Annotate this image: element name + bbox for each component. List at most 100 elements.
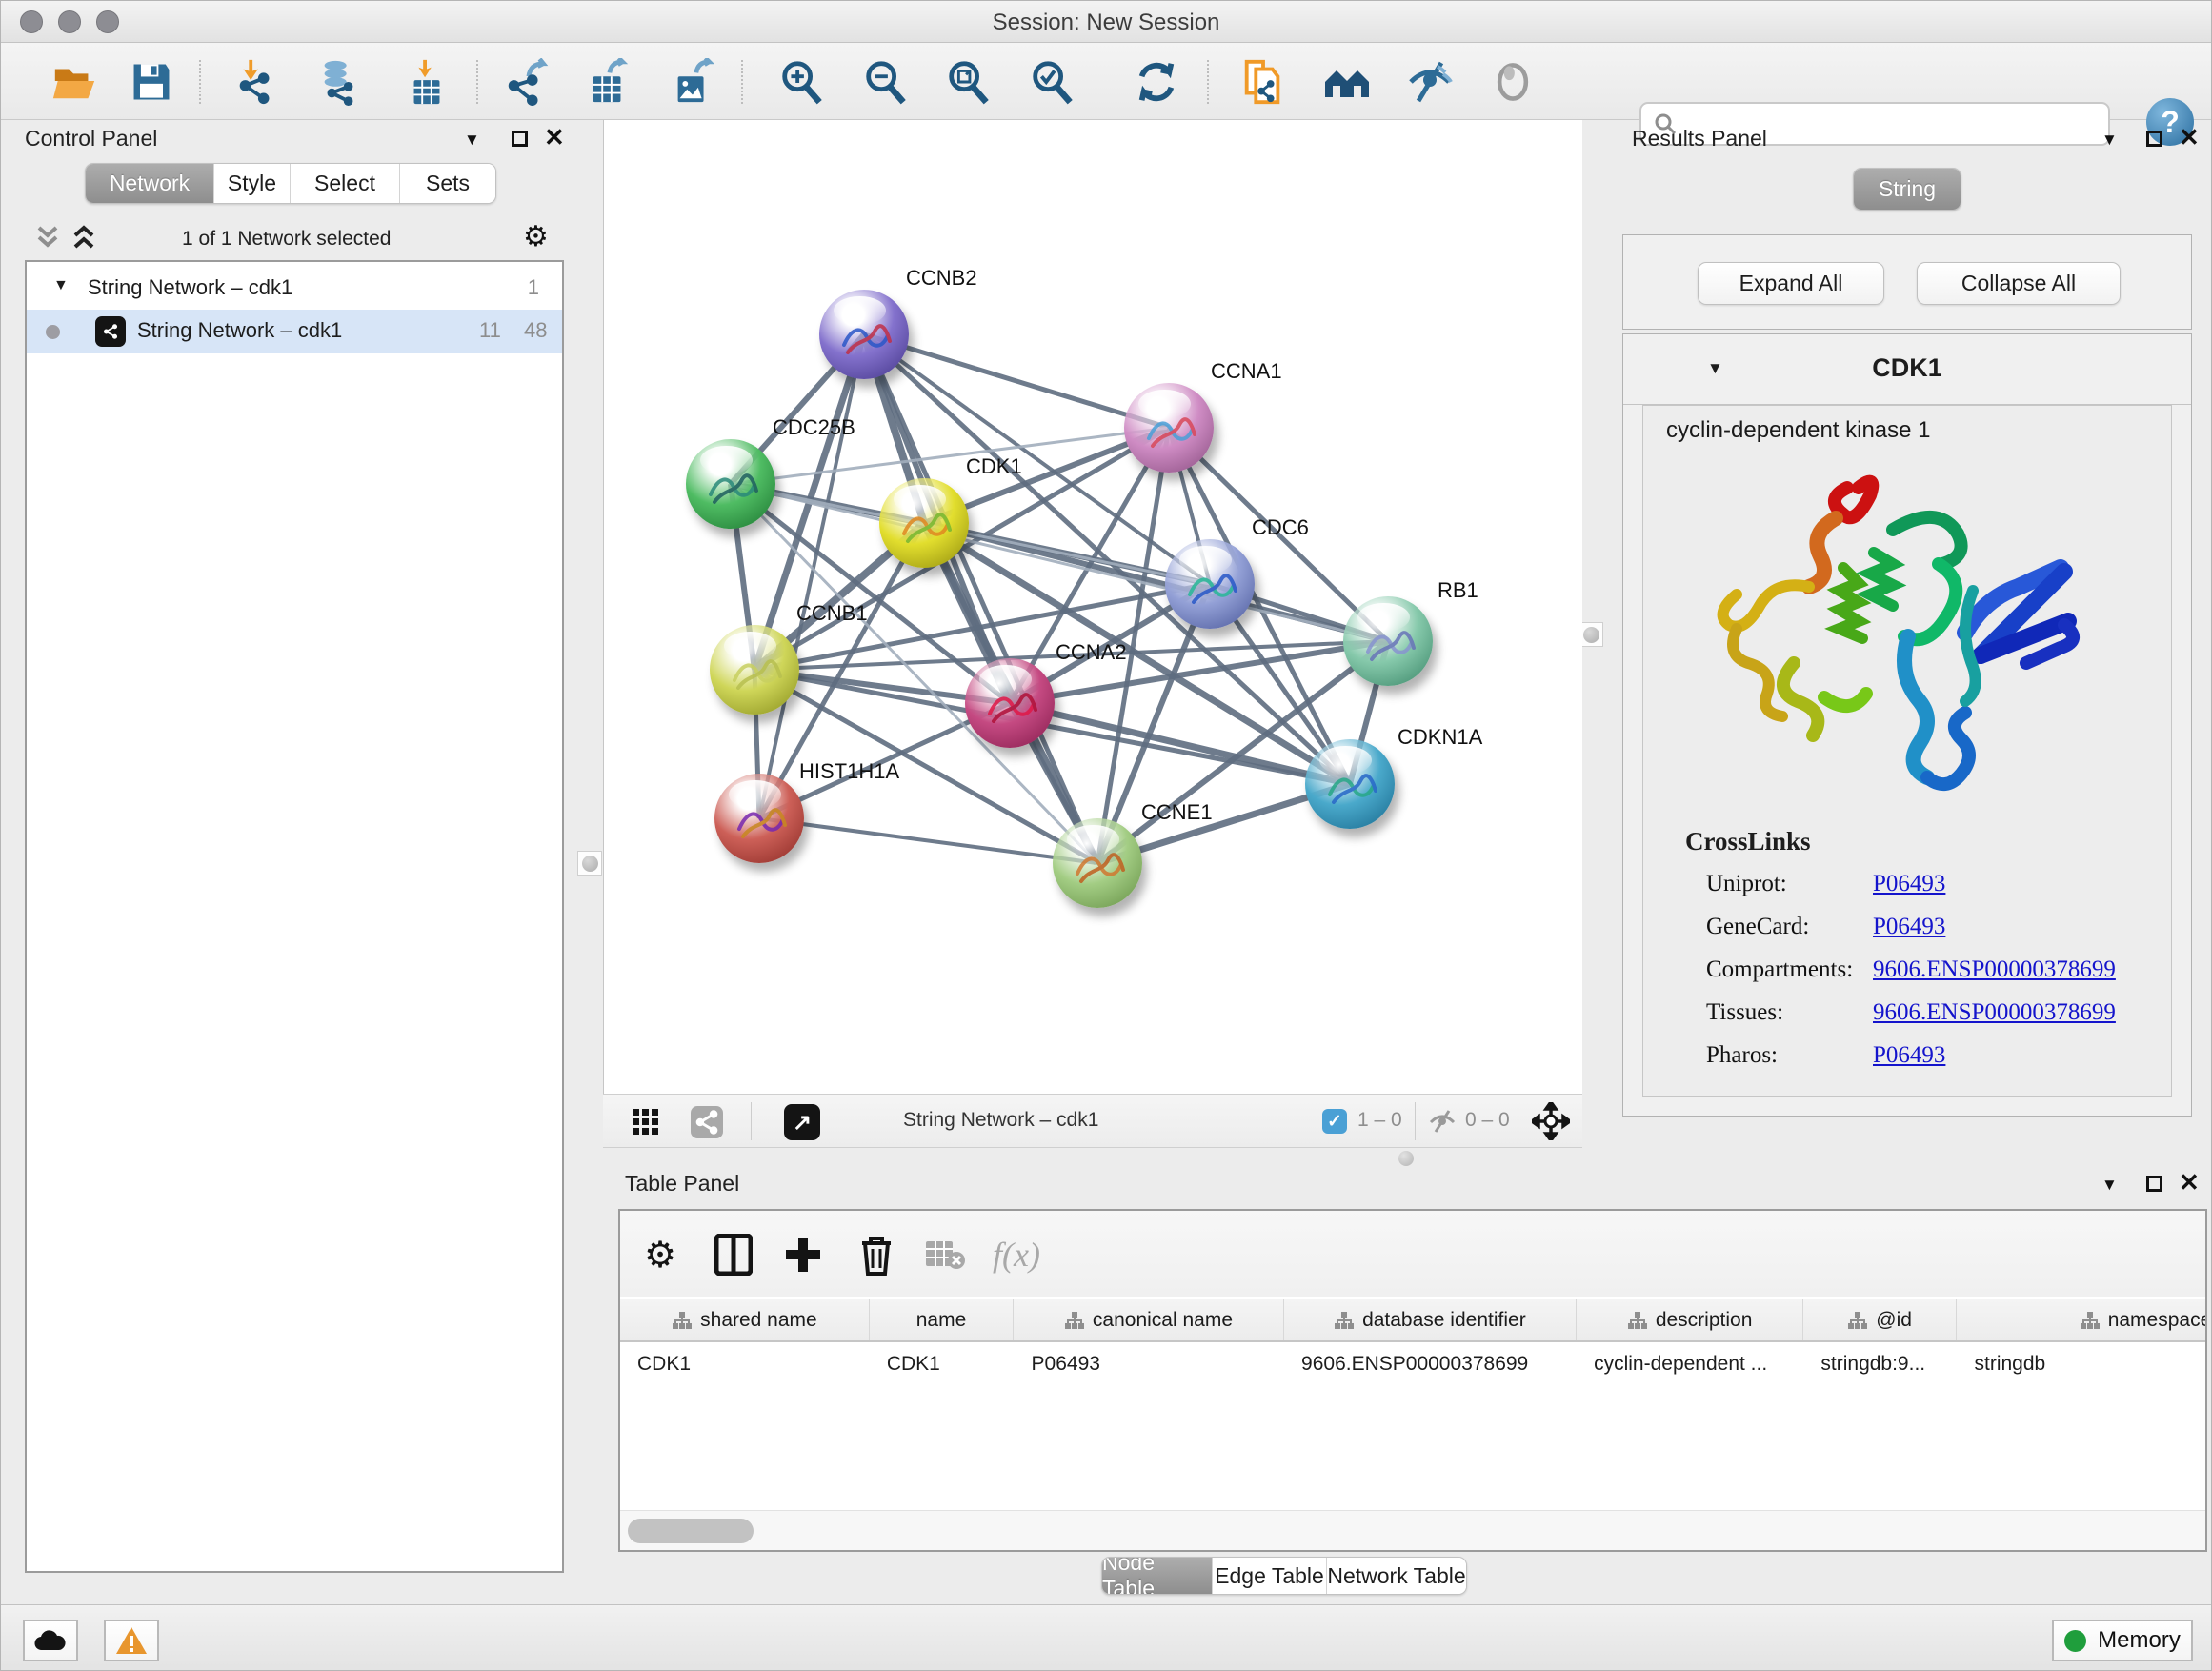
- delete-column-icon[interactable]: [852, 1230, 901, 1279]
- table-settings-gear-icon[interactable]: ⚙: [635, 1230, 685, 1279]
- show-all-nested-button[interactable]: [1321, 56, 1373, 108]
- edge-CCNB2-CCNA1[interactable]: [864, 334, 1169, 428]
- export-network-button[interactable]: [501, 56, 553, 108]
- tab-edge-table[interactable]: Edge Table: [1213, 1558, 1327, 1594]
- node-HIST1H1A[interactable]: [714, 774, 804, 863]
- table-cell[interactable]: cyclin-dependent ...: [1577, 1342, 1803, 1386]
- results-panel-title: Results Panel: [1632, 126, 1767, 151]
- table-cell[interactable]: P06493: [1015, 1342, 1285, 1386]
- left-splitter-handle[interactable]: [577, 851, 602, 876]
- import-table-button[interactable]: [401, 56, 452, 108]
- open-session-button[interactable]: [49, 56, 100, 108]
- table-cell[interactable]: stringdb: [1958, 1342, 2208, 1386]
- column-header-description[interactable]: description: [1577, 1299, 1803, 1340]
- collection-name: String Network – cdk1: [88, 275, 292, 300]
- warnings-button[interactable]: [104, 1620, 159, 1661]
- node-RB1[interactable]: [1343, 596, 1433, 686]
- crosslink-label: Pharos:: [1706, 1042, 1778, 1069]
- save-session-button[interactable]: [126, 56, 177, 108]
- collapse-all-button[interactable]: Collapse All: [1917, 262, 2121, 305]
- control-panel-close-icon[interactable]: ✕: [544, 123, 565, 152]
- table-panel-close-icon[interactable]: ✕: [2179, 1168, 2200, 1198]
- table-cell[interactable]: CDK1: [870, 1342, 1015, 1386]
- selected-items-checkbox-icon[interactable]: ✓: [1322, 1109, 1347, 1134]
- import-table-icon: [403, 58, 451, 106]
- node-CDC6[interactable]: [1165, 539, 1255, 629]
- tab-node-table[interactable]: Node Table: [1102, 1558, 1213, 1594]
- expand-all-button[interactable]: Expand All: [1698, 262, 1884, 305]
- expand-all-networks-icon[interactable]: [71, 224, 96, 251]
- node-CCNB1[interactable]: [710, 625, 799, 715]
- string-view-icon[interactable]: [691, 1106, 723, 1138]
- column-header-name[interactable]: name: [870, 1299, 1014, 1340]
- node-CCNE1[interactable]: [1053, 818, 1142, 908]
- hide-selected-button[interactable]: [1404, 56, 1456, 108]
- table-row[interactable]: CDK1CDK1P064939606.ENSP00000378699cyclin…: [620, 1342, 2207, 1386]
- export-table-button[interactable]: [582, 56, 633, 108]
- network-canvas[interactable]: CCNB2 CCNA1 CDC25B CDK1 CDC6 RB1 CCNB1: [603, 120, 1582, 1094]
- collection-expand-icon[interactable]: ▼: [53, 277, 69, 294]
- node-CCNA2[interactable]: [965, 658, 1055, 748]
- node-CDC25B[interactable]: [686, 439, 775, 529]
- zoom-fit-button[interactable]: [942, 56, 994, 108]
- table-panel-float-icon[interactable]: [2146, 1176, 2162, 1192]
- show-columns-icon[interactable]: [709, 1230, 758, 1279]
- column-header--id[interactable]: @id: [1803, 1299, 1957, 1340]
- birds-eye-view-icon[interactable]: ↗: [784, 1104, 820, 1140]
- node-CCNA1[interactable]: [1124, 383, 1214, 473]
- cloud-button[interactable]: [23, 1620, 78, 1661]
- grid-view-icon[interactable]: [632, 1108, 660, 1137]
- column-header-database-identifier[interactable]: database identifier: [1284, 1299, 1577, 1340]
- crosslink-link[interactable]: P06493: [1873, 1042, 1945, 1069]
- crosslink-link[interactable]: 9606.ENSP00000378699: [1873, 956, 2116, 983]
- node-CCNB2[interactable]: [819, 290, 909, 379]
- bottom-splitter-handle[interactable]: [1398, 1151, 1414, 1166]
- zoom-out-button[interactable]: [859, 56, 911, 108]
- table-cell[interactable]: 9606.ENSP00000378699: [1284, 1342, 1577, 1386]
- edge-CCNE1-HIST1H1A[interactable]: [759, 818, 1097, 863]
- refresh-view-button[interactable]: [1131, 56, 1182, 108]
- scrollbar-thumb[interactable]: [628, 1519, 754, 1543]
- tab-style[interactable]: Style: [214, 164, 291, 203]
- delete-table-icon[interactable]: [920, 1230, 970, 1279]
- show-hidden-button[interactable]: [1487, 56, 1538, 108]
- zoom-in-button[interactable]: [775, 56, 827, 108]
- import-network-button[interactable]: [231, 56, 282, 108]
- crosslink-link[interactable]: 9606.ENSP00000378699: [1873, 999, 2116, 1026]
- results-panel-close-icon[interactable]: ✕: [2179, 123, 2200, 152]
- table-cell[interactable]: CDK1: [620, 1342, 870, 1386]
- tab-network-table[interactable]: Network Table: [1327, 1558, 1466, 1594]
- node-CDKN1A[interactable]: [1305, 739, 1395, 829]
- node-CDK1[interactable]: [879, 478, 969, 568]
- tab-string[interactable]: String: [1854, 169, 1961, 210]
- control-panel-float-icon[interactable]: [512, 131, 528, 147]
- results-panel-float-icon[interactable]: [2146, 131, 2162, 147]
- move-crosshair-icon[interactable]: [1532, 1102, 1570, 1140]
- add-column-icon[interactable]: [778, 1230, 828, 1279]
- column-header-canonical-name[interactable]: canonical name: [1014, 1299, 1284, 1340]
- network-row[interactable]: String Network – cdk1 11 48: [27, 310, 562, 353]
- memory-label: Memory: [2098, 1627, 2181, 1654]
- crosslink-link[interactable]: P06493: [1873, 871, 1945, 897]
- export-image-button[interactable]: [667, 56, 718, 108]
- tab-select[interactable]: Select: [291, 164, 400, 203]
- zoom-selected-button[interactable]: [1026, 56, 1077, 108]
- table-cell[interactable]: stringdb:9...: [1803, 1342, 1957, 1386]
- crosslink-link[interactable]: P06493: [1873, 914, 1945, 940]
- column-header-shared-name[interactable]: shared name: [620, 1299, 870, 1340]
- memory-button[interactable]: Memory: [2052, 1620, 2193, 1661]
- function-builder-icon[interactable]: f(x): [992, 1230, 1041, 1279]
- clone-network-button[interactable]: [1237, 56, 1289, 108]
- table-horizontal-scrollbar[interactable]: [620, 1510, 2205, 1550]
- tab-sets[interactable]: Sets: [400, 164, 495, 203]
- network-options-gear-icon[interactable]: ⚙: [523, 220, 549, 253]
- gene-header[interactable]: ▼ CDK1: [1623, 334, 2191, 405]
- collapse-all-networks-icon[interactable]: [35, 224, 60, 251]
- results-panel-menu-icon[interactable]: ▼: [2101, 131, 2118, 150]
- column-header-namespace[interactable]: namespace: [1957, 1299, 2207, 1340]
- network-collection-row[interactable]: ▼ String Network – cdk1 1: [27, 268, 562, 310]
- control-panel-menu-icon[interactable]: ▼: [464, 131, 480, 150]
- import-network-from-database-button[interactable]: [313, 56, 365, 108]
- tab-network[interactable]: Network: [86, 164, 214, 203]
- table-panel-menu-icon[interactable]: ▼: [2101, 1176, 2118, 1195]
